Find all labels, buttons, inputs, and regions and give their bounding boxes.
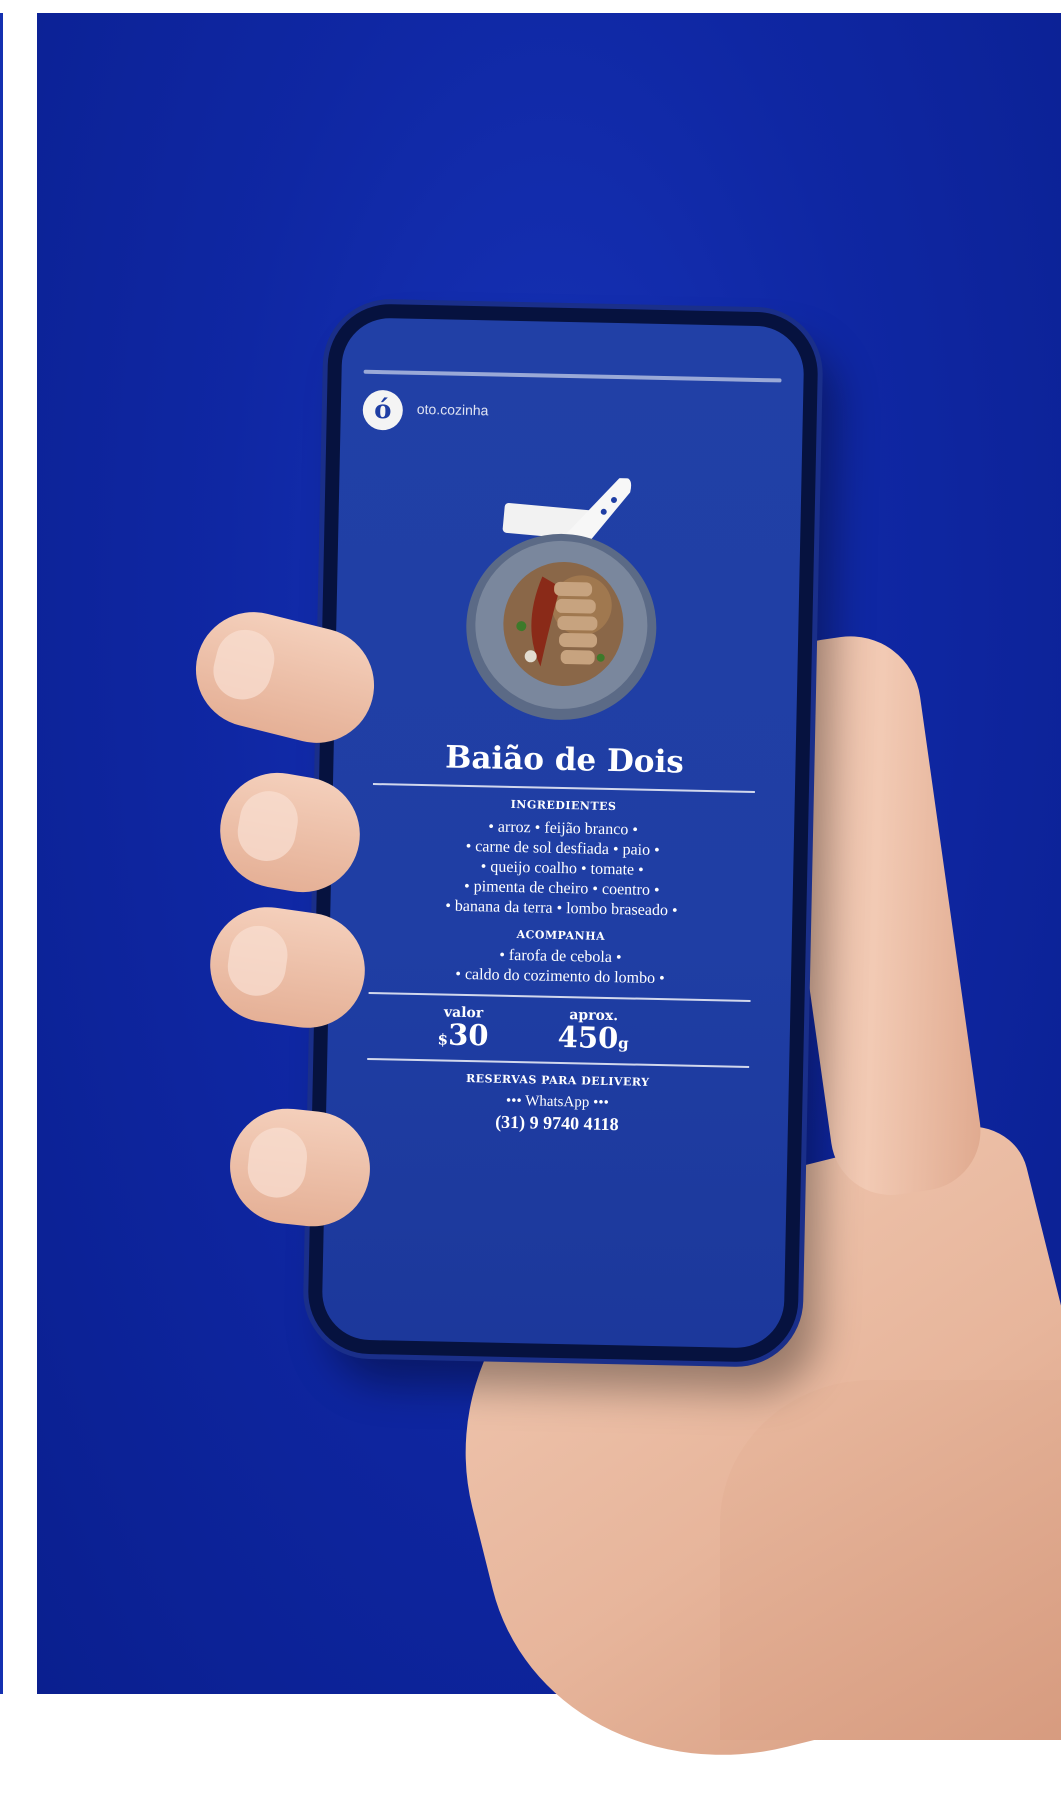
pan-icon bbox=[466, 477, 657, 720]
divider bbox=[368, 991, 751, 1002]
avatar-icon[interactable]: ó bbox=[362, 389, 404, 431]
weight-value: 450 bbox=[557, 1019, 619, 1056]
price: valor $30 bbox=[437, 1005, 489, 1053]
ingredients-heading: INGREDIENTES bbox=[510, 797, 617, 814]
hand-wrist bbox=[720, 1380, 1061, 1740]
divider bbox=[372, 783, 755, 793]
story-screen[interactable]: ó oto.cozinha Baião de Dois INGREDIENTES… bbox=[321, 317, 805, 1349]
delivery-heading: RESERVAS PARA DELIVERY bbox=[465, 1072, 650, 1089]
ingredients-list: • arroz • feijão branco • • carne de sol… bbox=[330, 814, 794, 924]
divider bbox=[367, 1057, 750, 1068]
weight-unit: g bbox=[617, 1034, 629, 1053]
left-edge-strip bbox=[0, 13, 3, 1694]
dish-title: Baião de Dois bbox=[444, 739, 685, 781]
weight: aprox. 450g bbox=[557, 1007, 629, 1056]
price-value: 30 bbox=[447, 1017, 489, 1053]
accompaniment-list: • farofa de cebola • • caldo do coziment… bbox=[329, 942, 792, 992]
story-progress-bar bbox=[363, 369, 782, 383]
story-username[interactable]: oto.cozinha bbox=[417, 401, 489, 418]
phone-device: ó oto.cozinha Baião de Dois INGREDIENTES… bbox=[307, 302, 819, 1364]
